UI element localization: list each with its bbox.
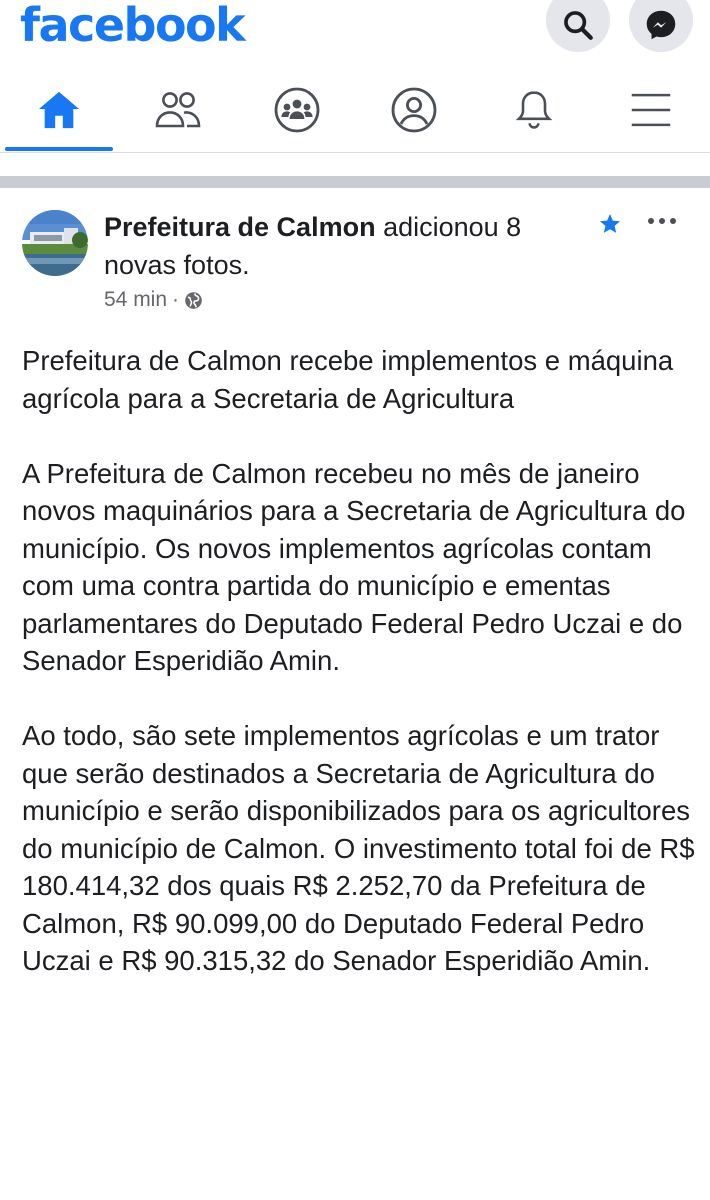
avatar[interactable] [22, 210, 88, 276]
messenger-icon [646, 10, 676, 40]
meta-separator: · [172, 288, 180, 311]
post-paragraph: Prefeitura de Calmon recebe implementos … [22, 345, 674, 414]
post-meta: 54 min · [104, 288, 203, 312]
post-paragraph: A Prefeitura de Calmon recebeu no mês de… [22, 457, 686, 677]
nav-divider [0, 152, 710, 153]
more-dots-icon [648, 218, 676, 224]
friends-icon [155, 92, 201, 128]
post-paragraph: Ao todo, são sete implementos agrícolas … [22, 720, 695, 976]
tab-friends[interactable] [123, 75, 233, 145]
top-bar: facebook [0, 0, 710, 60]
search-icon [564, 11, 593, 40]
feed-separator [0, 176, 710, 188]
facebook-logo[interactable]: facebook [20, 0, 246, 50]
star-icon [600, 214, 620, 233]
more-options-button[interactable] [646, 214, 678, 232]
post-text: Prefeitura de Calmon recebe implementos … [22, 342, 702, 1017]
post-author[interactable]: Prefeitura de Calmon [104, 212, 376, 242]
tab-groups[interactable] [242, 75, 352, 145]
favorite-button[interactable] [598, 212, 622, 241]
home-icon [38, 91, 80, 129]
active-tab-indicator [5, 147, 113, 151]
search-button[interactable] [546, 0, 610, 52]
groups-icon [274, 87, 320, 133]
post: Prefeitura de Calmon adicionou 8 novas f… [0, 188, 710, 1200]
tab-notifications[interactable] [479, 75, 589, 145]
post-time[interactable]: 54 min [104, 288, 167, 312]
tab-profile[interactable] [359, 75, 469, 145]
messenger-button[interactable] [629, 0, 693, 52]
profile-icon [391, 87, 437, 133]
tab-menu[interactable] [596, 75, 706, 145]
nav-tabs [0, 75, 710, 153]
tab-home[interactable] [4, 75, 114, 145]
bell-icon [515, 91, 553, 129]
post-header: Prefeitura de Calmon adicionou 8 novas f… [104, 208, 584, 284]
menu-icon [631, 93, 671, 127]
globe-icon [185, 291, 202, 309]
